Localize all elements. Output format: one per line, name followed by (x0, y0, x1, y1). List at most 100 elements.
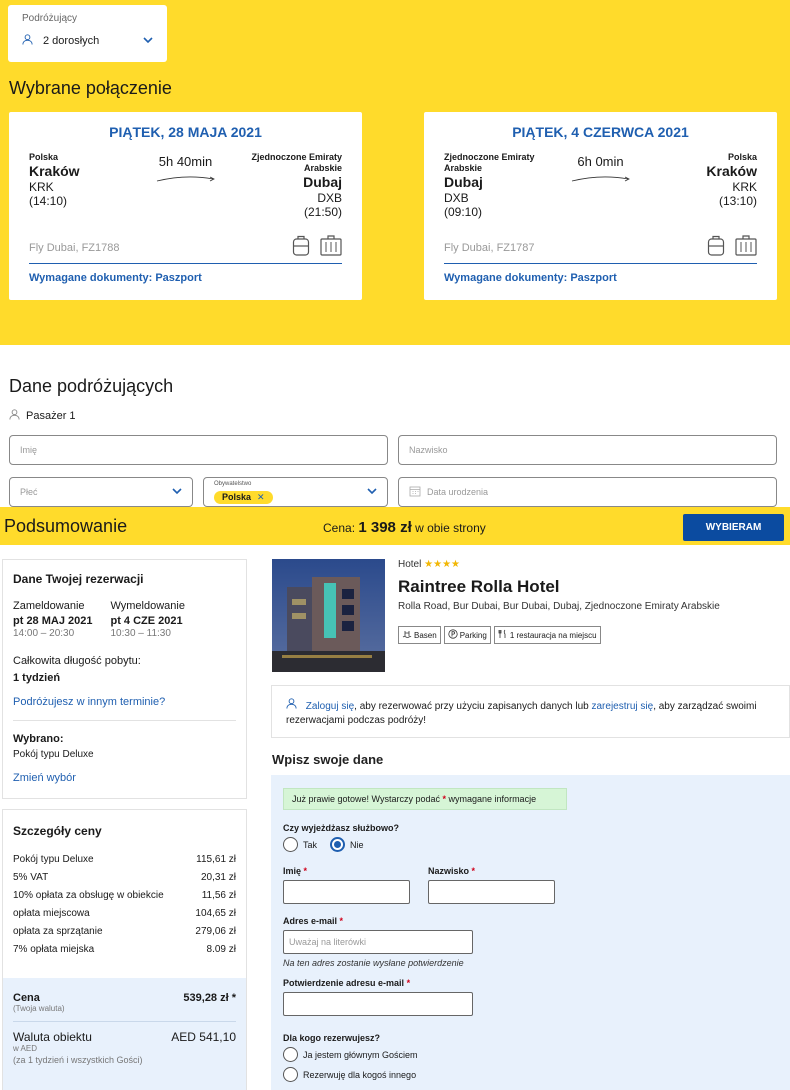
radio-circle-selected[interactable] (330, 837, 345, 852)
price-row: 10% opłata za obsługę w obiekcie 11,56 zł (13, 886, 236, 904)
hotel-type-label: Hotel (398, 559, 422, 570)
price-row: opłata miejscowa 104,65 zł (13, 904, 236, 922)
selected-room: Pokój typu Deluxe (13, 749, 94, 760)
price-row-value: 279,06 zł (195, 925, 236, 937)
origin-city: Kraków (29, 163, 80, 179)
person-icon (9, 409, 20, 423)
backpack-icon[interactable] (292, 234, 310, 259)
price-row-label: opłata za sprzątanie (13, 925, 103, 937)
stay-length-label: Całkowita długość pobytu: (13, 655, 141, 667)
destination-city: Kraków (706, 163, 757, 179)
change-selection-link[interactable]: Zmień wybór (13, 772, 236, 784)
flight-card-return: PIĄTEK, 4 CZERWCA 2021 Zjednoczone Emira… (424, 112, 777, 300)
first-name-input[interactable] (283, 880, 410, 904)
passenger-last-name-input[interactable]: Nazwisko (398, 435, 777, 465)
radio-circle[interactable] (283, 1047, 298, 1062)
login-link[interactable]: Zaloguj się (306, 701, 354, 712)
total-sub: (Twoja waluta) (13, 1004, 65, 1013)
label-text: Potwierdzenie adresu e-mail (283, 978, 405, 988)
other-dates-link[interactable]: Podróżujesz w innym terminie? (13, 696, 236, 708)
radio-label: Ja jestem głównym Gościem (303, 1049, 418, 1060)
total-label: Cena (13, 992, 40, 1004)
radio-other-guest[interactable]: Rezerwuję dla kogoś innego (283, 1067, 416, 1082)
travelers-value: 2 dorosłych (43, 35, 100, 47)
birthdate-input[interactable]: Data urodzenia (398, 477, 777, 507)
destination-code: DXB (317, 191, 342, 205)
checkin-date: pt 28 MAJ 2021 (13, 615, 93, 627)
stay-length-value: 1 tydzień (13, 672, 61, 684)
travelers-dropdown[interactable]: Podróżujący 2 dorosłych (8, 5, 167, 62)
arrival-time: (13:10) (718, 194, 757, 208)
price-row: opłata za sprzątanie 279,06 zł (13, 922, 236, 940)
hotel-photo[interactable] (272, 559, 385, 672)
checkout-date: pt 4 CZE 2021 (110, 615, 183, 627)
total-value: 539,28 zł * (183, 992, 236, 1004)
flight-date: PIĄTEK, 28 MAJA 2021 (109, 124, 262, 140)
suitcase-icon[interactable] (735, 234, 757, 259)
price-prefix: Cena: (323, 521, 359, 535)
price-row-value: 20,31 zł (200, 871, 236, 883)
hotel-type: Hotel ★★★★ (398, 559, 460, 570)
summary-band: Podsumowanie Cena: 1 398 zł w obie stron… (0, 507, 790, 545)
label-text: Nazwisko (428, 866, 470, 876)
destination-country: Polska (727, 152, 757, 162)
chevron-down-icon (143, 35, 153, 47)
email-confirm-input[interactable] (283, 992, 473, 1016)
radio-business-yes[interactable]: Tak (283, 837, 317, 852)
pool-icon (402, 630, 412, 641)
destination-city: Dubaj (303, 174, 342, 190)
price-row-label: Pokój typu Deluxe (13, 853, 94, 865)
price-row-value: 104,65 zł (195, 907, 236, 919)
person-icon (22, 34, 33, 48)
register-link[interactable]: zarejestruj się (591, 701, 653, 712)
backpack-icon[interactable] (707, 234, 725, 259)
restaurant-icon (498, 629, 508, 641)
radio-label: Nie (350, 839, 364, 850)
placeholder: Płeć (20, 487, 38, 497)
price-suffix: w obie strony (411, 521, 486, 535)
required-documents: Wymagane dokumenty: Paszport (444, 272, 617, 284)
price-row-label: 5% VAT (13, 871, 49, 883)
radio-label: Tak (303, 839, 318, 850)
radio-circle[interactable] (283, 1067, 298, 1082)
calendar-icon (409, 485, 421, 499)
select-button[interactable]: WYBIERAM (683, 514, 784, 541)
radio-main-guest[interactable]: Ja jestem głównym Gościem (283, 1047, 418, 1062)
airline-flight-number: Fly Dubai, FZ1788 (29, 242, 120, 254)
divider (13, 720, 236, 721)
gender-select[interactable]: Płeć (9, 477, 193, 507)
last-name-input[interactable] (428, 880, 555, 904)
airline-flight-number: Fly Dubai, FZ1787 (444, 242, 535, 254)
notice-text: Już prawie gotowe! Wystarczy podać (292, 794, 440, 804)
price-row-value: 11,56 zł (201, 889, 236, 901)
suitcase-icon[interactable] (320, 234, 342, 259)
destination-country: Zjednoczone Emiraty Arabskie (251, 152, 342, 173)
price-row-label: 10% opłata za obsługę w obiekcie (13, 889, 164, 901)
required-notice: Już prawie gotowe! Wystarczy podać * wym… (283, 788, 567, 810)
passenger-number: Pasażer 1 (26, 410, 76, 422)
citizenship-label: Obywatelstwo (214, 481, 252, 487)
for-whom-question: Dla kogo rezerwujesz? (283, 1033, 381, 1043)
email-hint: Na ten adres zostanie wysłane potwierdze… (283, 958, 464, 968)
label-text: Adres e-mail (283, 916, 338, 926)
flight-date: PIĄTEK, 4 CZERWCA 2021 (512, 124, 689, 140)
checkout-time: 10:30 – 11:30 (110, 628, 171, 639)
flight-duration: 6h 0min (577, 154, 624, 169)
currency-value: AED 541,10 (171, 1030, 236, 1044)
flight-card-outbound: PIĄTEK, 28 MAJA 2021 Polska Kraków KRK (… (9, 112, 362, 300)
radio-circle[interactable] (283, 837, 298, 852)
radio-business-no[interactable]: Nie (330, 837, 364, 852)
required-asterisk: * (406, 978, 411, 988)
person-icon (286, 698, 300, 712)
passenger-label: Pasażer 1 (9, 409, 76, 423)
close-icon[interactable]: ✕ (257, 492, 265, 503)
citizenship-chip[interactable]: Polska ✕ (214, 490, 273, 504)
hotel-amenities: Basen Parking 1 restauracja na miejscu (398, 626, 601, 644)
placeholder: Uważaj na literówki (289, 937, 367, 947)
placeholder: Imię (20, 445, 38, 455)
checkin-time: 14:00 – 20:30 (13, 628, 75, 639)
email-input[interactable]: Uważaj na literówki (283, 930, 473, 954)
citizenship-select[interactable]: Obywatelstwo Polska ✕ (203, 477, 388, 507)
passenger-first-name-input[interactable]: Imię (9, 435, 388, 465)
selected-connection-heading: Wybrane połączenie (9, 78, 172, 98)
